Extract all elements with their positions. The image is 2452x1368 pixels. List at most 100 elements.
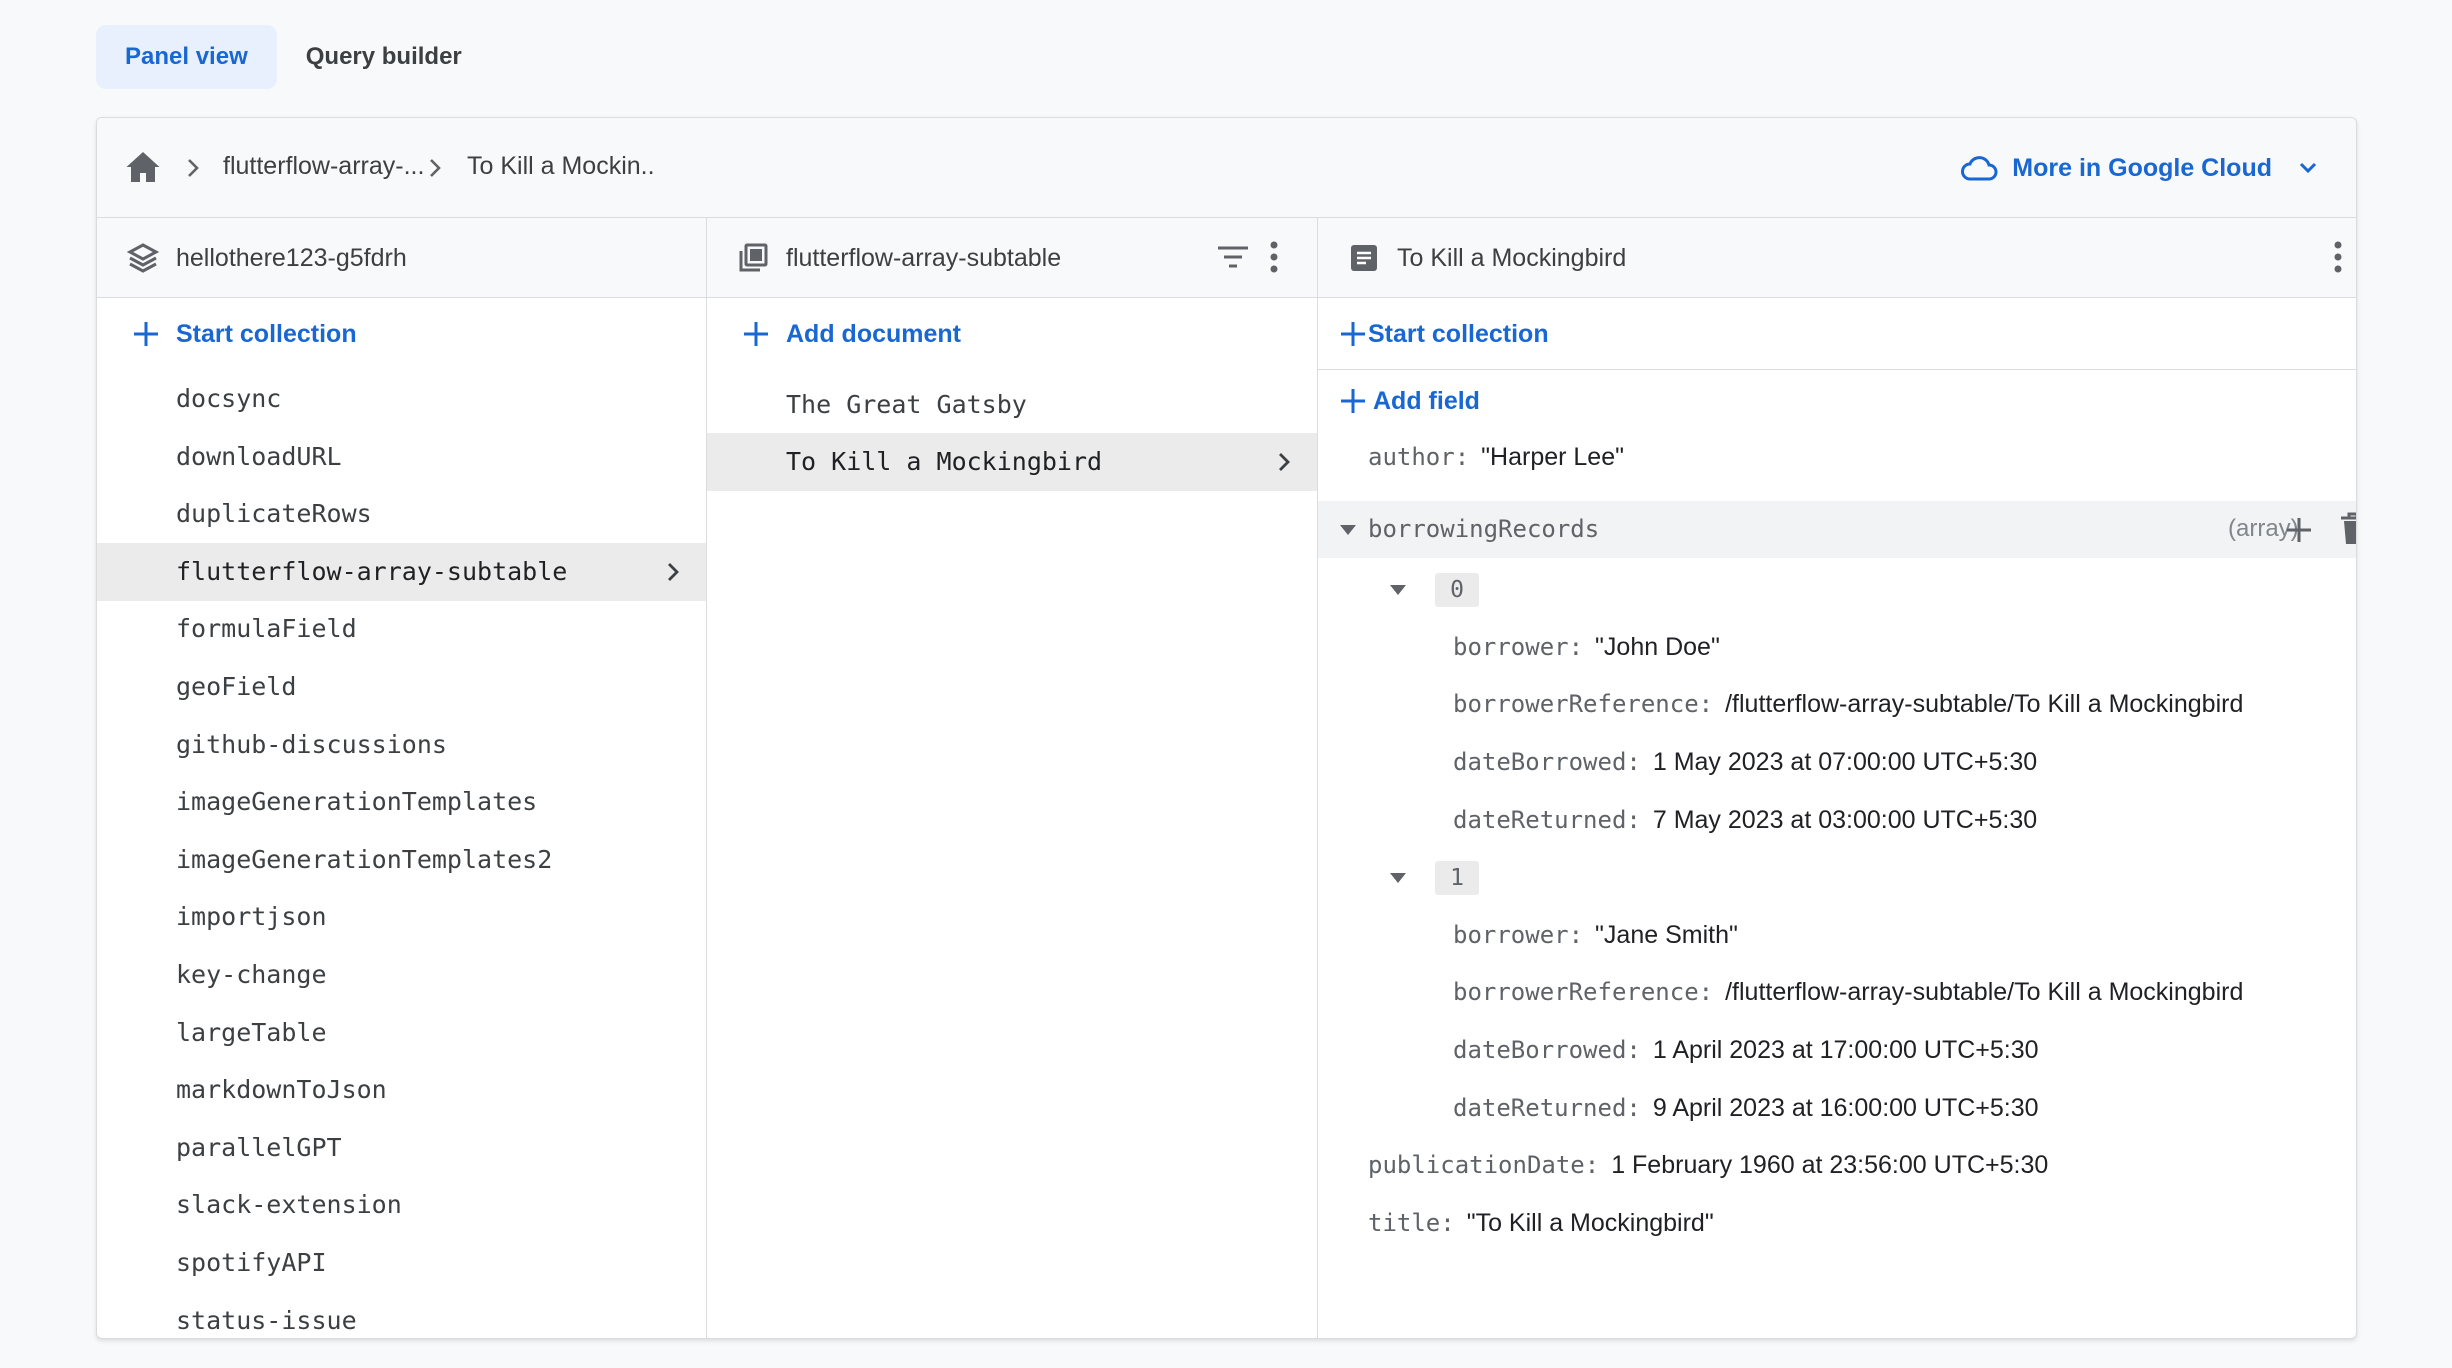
document-item-label: The Great Gatsby	[786, 390, 1027, 419]
document-name: To Kill a Mockingbird	[1397, 244, 1627, 272]
tab-panel-view[interactable]: Panel view	[96, 25, 277, 89]
caret-down-icon[interactable]	[1389, 584, 1407, 596]
field-date-borrowed[interactable]: dateBorrowed: 1 May 2023 at 07:00:00 UTC+…	[1453, 744, 2037, 780]
collection-item-label: formulaField	[176, 614, 357, 644]
plus-icon	[744, 322, 768, 346]
field-key: dateReturned:	[1453, 806, 1641, 834]
collection-item-label: geoField	[176, 672, 297, 701]
array-index-0: 0	[1435, 573, 1479, 607]
field-key: borrower:	[1453, 921, 1584, 949]
collection-item-label: largeTable	[176, 1017, 327, 1047]
collection-item[interactable]: github-discussions	[97, 716, 706, 774]
field-borrower-reference[interactable]: borrowerReference: /flutterflow-array-sub…	[1453, 686, 2243, 722]
fields-area: Add field author: "Harper Lee" borrowingR…	[1318, 371, 2357, 1338]
collection-item[interactable]: markdownToJson	[97, 1061, 706, 1119]
field-author[interactable]: author: "Harper Lee"	[1368, 439, 1624, 475]
collection-item-label: duplicateRows	[176, 499, 372, 529]
field-value: "John Doe"	[1595, 633, 1720, 661]
add-array-item-icon[interactable]	[2285, 516, 2313, 544]
collection-item-label: slack-extension	[176, 1190, 402, 1220]
more-vert-icon[interactable]	[1269, 240, 1279, 274]
field-key: borrowerReference:	[1453, 690, 1714, 718]
collection-item-label: markdownToJson	[176, 1075, 387, 1105]
view-tabs: Panel view Query builder	[96, 25, 491, 89]
chevron-right-icon	[188, 159, 199, 177]
collection-item[interactable]: downloadURL	[97, 428, 706, 486]
field-value: 1 May 2023 at 07:00:00 UTC+5:30	[1652, 748, 2038, 776]
document-list: The Great Gatsby To Kill a Mockingbird	[707, 376, 1317, 676]
collection-item-label: downloadURL	[176, 441, 342, 471]
collection-item-label: imageGenerationTemplates	[176, 787, 538, 817]
collection-icon	[739, 243, 768, 272]
collection-item[interactable]: docsync	[97, 370, 706, 428]
caret-down-icon[interactable]	[1339, 524, 1357, 536]
collection-item[interactable]: spotifyAPI	[97, 1234, 706, 1292]
breadcrumb: flutterflow-array-... To Kill a Mockin..…	[97, 118, 2356, 218]
home-icon[interactable]	[125, 150, 161, 184]
collection-item-label: parallelGPT	[176, 1132, 342, 1162]
field-date-returned[interactable]: dateReturned: 7 May 2023 at 03:00:00 UTC+…	[1453, 802, 2037, 838]
collection-item[interactable]: duplicateRows	[97, 485, 706, 543]
database-icon	[127, 243, 159, 273]
collection-item[interactable]: largeTable	[97, 1004, 706, 1062]
collection-item[interactable]: formulaField	[97, 600, 706, 658]
more-in-google-cloud-button[interactable]: More in Google Cloud	[1960, 148, 2320, 188]
field-key-label: borrowingRecords	[1368, 511, 1599, 547]
more-vert-icon[interactable]	[2333, 240, 2343, 274]
plus-icon	[134, 322, 158, 346]
root-collections-column: hellothere123-g5fdrh Start collection do…	[97, 218, 707, 1338]
start-subcollection-button[interactable]: Start collection	[1318, 298, 2356, 370]
collection-item[interactable]: importjson	[97, 888, 706, 946]
breadcrumb-collection[interactable]: flutterflow-array-...	[223, 152, 424, 181]
field-title[interactable]: title: "To Kill a Mockingbird"	[1368, 1205, 1714, 1241]
field-borrower[interactable]: borrower: "Jane Smith"	[1453, 917, 1738, 953]
field-date-borrowed[interactable]: dateBorrowed: 1 April 2023 at 17:00:00 UT…	[1453, 1032, 2039, 1068]
collection-item-label: importjson	[176, 902, 327, 932]
collection-item-label: key-change	[176, 960, 327, 989]
caret-down-icon[interactable]	[1389, 872, 1407, 884]
collection-item-label: spotifyAPI	[176, 1248, 327, 1277]
document-item[interactable]: The Great Gatsby	[707, 376, 1317, 434]
field-borrowing-records[interactable]: borrowingRecords (array)	[1318, 501, 2357, 558]
field-value: 1 April 2023 at 17:00:00 UTC+5:30	[1652, 1036, 2039, 1064]
field-borrower[interactable]: borrower: "John Doe"	[1453, 629, 1720, 665]
tab-query-builder[interactable]: Query builder	[277, 25, 491, 89]
collection-item[interactable]: status-issue	[97, 1292, 706, 1338]
column-header: flutterflow-array-subtable	[707, 218, 1317, 298]
field-date-returned[interactable]: dateReturned: 9 April 2023 at 16:00:00 UT…	[1453, 1090, 2039, 1126]
collection-item[interactable]: slack-extension	[97, 1176, 706, 1234]
field-value: /flutterflow-array-subtable/To Kill a Mo…	[1725, 978, 2244, 1006]
documents-column: flutterflow-array-subtable Add document …	[707, 218, 1318, 1338]
firestore-panel: flutterflow-array-... To Kill a Mockin..…	[96, 117, 2357, 1339]
collection-item[interactable]: imageGenerationTemplates2	[97, 831, 706, 889]
collection-item[interactable]: parallelGPT	[97, 1119, 706, 1177]
field-key: borrowerReference:	[1453, 978, 1714, 1006]
collection-item[interactable]: key-change	[97, 946, 706, 1004]
collection-item[interactable]: imageGenerationTemplates	[97, 773, 706, 831]
plus-icon	[1341, 322, 1365, 346]
collection-item-label: docsync	[176, 384, 282, 413]
start-collection-button[interactable]: Start collection	[97, 298, 706, 370]
collection-item[interactable]: geoField	[97, 658, 706, 716]
start-collection-label: Start collection	[1368, 320, 1549, 348]
document-item-label: To Kill a Mockingbird	[786, 447, 1103, 476]
collection-item[interactable]: flutterflow-array-subtable	[97, 542, 706, 601]
project-name: hellothere123-g5fdrh	[176, 244, 407, 272]
add-document-label: Add document	[786, 320, 961, 348]
breadcrumb-document[interactable]: To Kill a Mockin..	[467, 152, 655, 181]
field-key: dateBorrowed:	[1453, 1036, 1641, 1064]
filter-icon[interactable]	[1216, 244, 1250, 270]
add-field-button[interactable]: Add field	[1318, 371, 1618, 431]
add-document-button[interactable]: Add document	[707, 298, 1317, 370]
column-header: hellothere123-g5fdrh	[97, 218, 706, 298]
delete-icon[interactable]	[2339, 512, 2357, 546]
chevron-right-icon	[1279, 453, 1290, 471]
field-publication-date[interactable]: publicationDate: 1 February 1960 at 23:56…	[1368, 1147, 2048, 1183]
document-item[interactable]: To Kill a Mockingbird	[707, 433, 1317, 491]
more-in-google-cloud-label: More in Google Cloud	[2012, 153, 2272, 182]
document-fields-column: To Kill a Mockingbird Start collection A…	[1318, 218, 2357, 1338]
collection-list: docsync downloadURL duplicateRows flutterfl…	[97, 370, 706, 1338]
field-key: borrowingRecords	[1368, 515, 1600, 543]
field-borrower-reference[interactable]: borrowerReference: /flutterflow-array-sub…	[1453, 974, 2243, 1010]
field-key: dateReturned:	[1453, 1094, 1641, 1122]
